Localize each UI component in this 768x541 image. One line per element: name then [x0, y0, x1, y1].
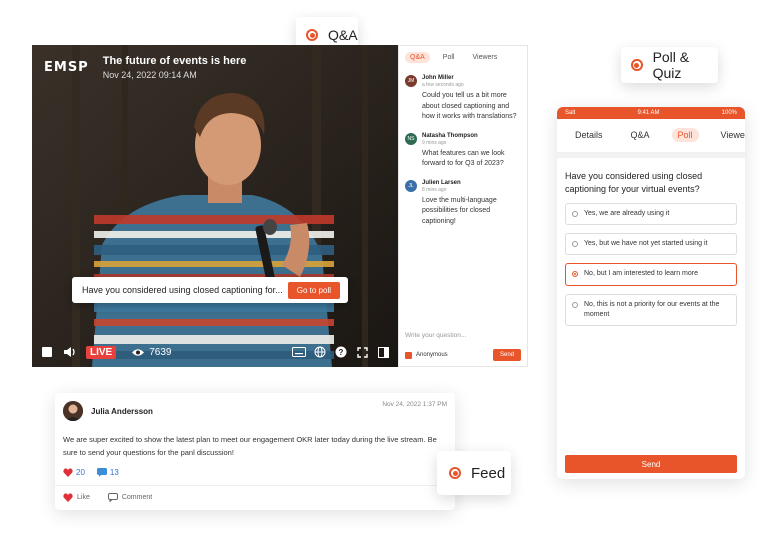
comment-count: 13 [96, 468, 119, 478]
comment-label: Comment [121, 494, 153, 502]
poll-option-label: No, this is not a priority for our event… [584, 300, 720, 318]
video-player[interactable]: EMSP The future of events is here Nov 24… [32, 45, 398, 367]
radio-icon[interactable] [572, 241, 578, 248]
svg-text:?: ? [339, 348, 344, 357]
go-to-poll-button[interactable]: Go to poll [287, 281, 340, 299]
player-controls: LIVE 7639 ? [32, 337, 398, 367]
message-time: a few seconds ago [422, 82, 464, 88]
message-text: What features can we look forward to for… [422, 149, 505, 168]
poll-option[interactable]: Yes, we are already using it [565, 203, 737, 226]
tab-viewers[interactable]: Viewers [715, 128, 745, 142]
poll-option-label: Yes, but we have not yet started using i… [584, 240, 708, 248]
globe-icon[interactable] [313, 345, 327, 359]
message-text: Love the multi-language possibilities fo… [422, 196, 497, 225]
live-badge: LIVE [86, 345, 117, 359]
feed-tag: Feed [437, 451, 511, 495]
eye-icon [132, 348, 145, 356]
chat-message: JM John Miller a few seconds ago Could y… [399, 71, 527, 127]
post-author: Julia Andersson [91, 406, 153, 416]
poll-prompt-banner: Have you considered using closed caption… [72, 277, 348, 303]
like-button[interactable]: Like [63, 493, 90, 503]
mobile-poll-screen: Salt 9:41 AM 100% Details Q&A Poll Viewe… [557, 107, 745, 479]
poll-option-selected[interactable]: No, but I am interested to learn more [565, 263, 737, 286]
phone-tabs: Details Q&A Poll Viewers [557, 119, 745, 158]
speaker-video-frame [32, 45, 398, 367]
comment-icon [96, 468, 107, 478]
carrier-label: Salt [565, 110, 576, 116]
message-author: Natasha Thompson [422, 132, 478, 139]
battery-label: 100% [721, 110, 737, 116]
message-time: 8 mins ago [422, 186, 447, 193]
viewer-count-value: 7639 [149, 346, 172, 358]
chat-panel: Q&A Poll Viewers JM John Miller a few se… [398, 45, 528, 367]
tab-qa[interactable]: Q&A [405, 52, 430, 63]
send-poll-button[interactable]: Send [565, 455, 737, 473]
avatar: JM [405, 75, 417, 87]
post-stats: 20 13 [55, 459, 455, 478]
checkbox-icon[interactable] [405, 351, 412, 359]
chat-tabs: Q&A Poll Viewers [399, 46, 527, 69]
message-text: Could you tell us a bit more about close… [422, 92, 517, 120]
comment-button[interactable]: Comment [107, 493, 153, 503]
help-icon[interactable]: ? [334, 345, 348, 359]
avatar: NS [405, 132, 417, 145]
avatar [63, 401, 83, 421]
poll-option-label: Yes, we are already using it [584, 210, 670, 218]
poll-quiz-tag: Poll & Quiz [621, 47, 718, 83]
like-count: 20 [63, 468, 85, 478]
poll-option[interactable]: Yes, but we have not yet started using i… [565, 233, 737, 256]
fullscreen-icon[interactable] [355, 345, 369, 359]
tab-viewers[interactable]: Viewers [467, 52, 502, 63]
post-date: Nov 24, 2022 1:37 PM [382, 401, 447, 408]
tab-poll[interactable]: Poll [671, 128, 699, 142]
heart-icon [63, 468, 73, 478]
tab-qa[interactable]: Q&A [625, 128, 656, 142]
anonymous-toggle[interactable]: Anonymous [405, 351, 448, 359]
feed-post-card: Julia Andersson Nov 24, 2022 1:37 PM We … [55, 393, 455, 510]
stream-date: Nov 24, 2022 09:14 AM [102, 70, 197, 80]
tab-poll[interactable]: Poll [438, 52, 460, 63]
comment-count-value: 13 [109, 468, 119, 478]
radio-selected-icon[interactable] [572, 271, 578, 278]
chat-message: JL Julien Larsen 8 mins ago Love the mul… [399, 176, 527, 232]
message-author: Julien Larsen [422, 179, 461, 186]
viewer-count: 7639 [131, 347, 171, 358]
question-input[interactable]: Write your question... [405, 332, 466, 339]
comment-icon [107, 493, 118, 503]
poll-quiz-tag-label: Poll & Quiz [652, 49, 690, 81]
send-question-button[interactable]: Send [492, 349, 521, 361]
post-text: We are super excited to show the latest … [63, 435, 437, 458]
radio-icon[interactable] [572, 211, 578, 218]
volume-icon[interactable] [63, 345, 77, 359]
like-label: Like [77, 494, 90, 502]
poll-question: Have you considered using closed caption… [565, 171, 703, 194]
avatar: JL [405, 179, 417, 192]
poll-prompt-text: Have you considered using closed caption… [82, 285, 283, 295]
record-dot-icon [306, 29, 318, 41]
radio-icon[interactable] [572, 301, 578, 308]
status-time: 9:41 AM [637, 110, 660, 116]
status-bar: Salt 9:41 AM 100% [557, 107, 745, 119]
record-dot-icon [631, 59, 643, 71]
feed-tag-label: Feed [471, 464, 506, 482]
stop-icon[interactable] [40, 345, 54, 359]
poll-option[interactable]: No, this is not a priority for our event… [565, 293, 737, 326]
panel-toggle-icon[interactable] [376, 345, 390, 359]
emsp-logo: EMSP [44, 60, 89, 75]
anonymous-label: Anonymous [416, 352, 448, 358]
closed-caption-icon[interactable] [292, 345, 306, 359]
tab-details[interactable]: Details [569, 128, 609, 142]
message-author: John Miller [422, 75, 454, 81]
qa-tag-label: Q&A [328, 27, 358, 43]
message-time: 9 mins ago [422, 139, 447, 146]
poll-option-label: No, but I am interested to learn more [584, 270, 698, 278]
heart-icon [63, 493, 73, 503]
stream-title: The future of events is here [102, 55, 247, 67]
record-dot-icon [449, 467, 461, 479]
like-count-value: 20 [76, 468, 85, 478]
chat-message: NS Natasha Thompson 9 mins ago What feat… [399, 129, 527, 174]
